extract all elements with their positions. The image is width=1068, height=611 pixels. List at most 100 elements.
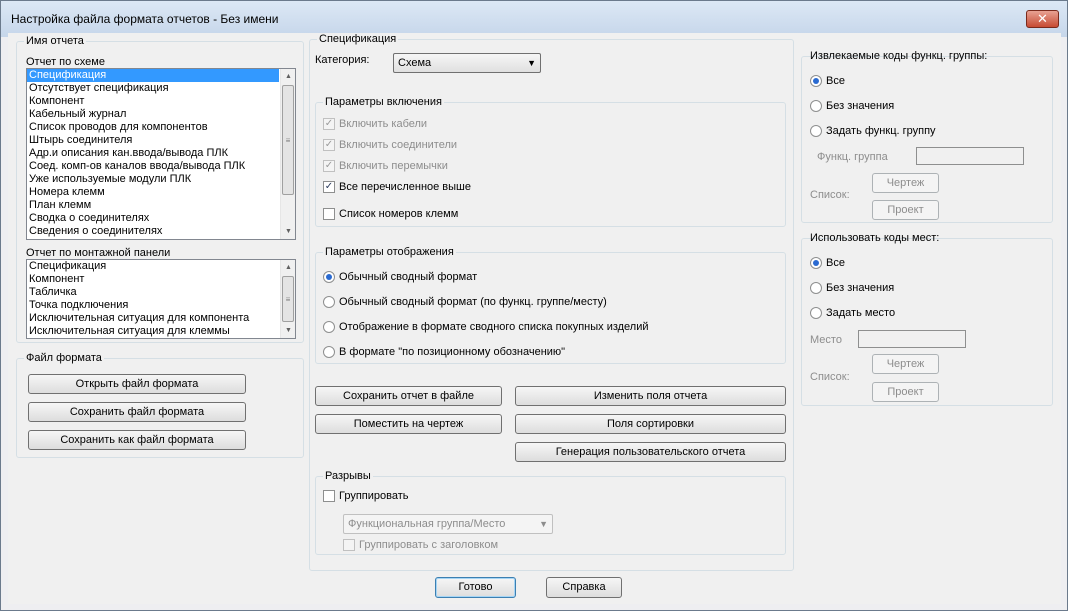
group-label: Группировать	[339, 490, 409, 502]
purchase-list-label: Отображение в формате сводного списка по…	[339, 321, 649, 333]
report-name-group-label: Имя отчета	[24, 35, 86, 48]
func-group-all-label: Все	[826, 75, 845, 87]
list-item[interactable]: Номера клемм	[27, 186, 279, 199]
window-title: Настройка файла формата отчетов - Без им…	[11, 12, 279, 26]
category-dropdown[interactable]: Схема ▼	[393, 53, 541, 73]
normal-format-label: Обычный сводный формат	[339, 271, 478, 283]
panel-report-list[interactable]: Спецификация Компонент Табличка Точка подкл…	[26, 259, 296, 339]
group-by-dropdown[interactable]: Функциональная группа/Место ▼	[343, 514, 553, 534]
sort-fields-button[interactable]: Поля сортировки	[515, 414, 786, 434]
func-group-set-label: Задать функц. группу	[826, 125, 936, 137]
save-report-button[interactable]: Сохранить отчет в файле	[315, 386, 502, 406]
panel-report-items: Спецификация Компонент Табличка Точка подкл…	[27, 260, 295, 338]
group-with-header-label: Группировать с заголовком	[359, 539, 499, 551]
radio-selected-icon	[323, 271, 335, 283]
list-item[interactable]: Точка подключения	[27, 299, 279, 312]
location-input[interactable]	[858, 330, 966, 348]
scroll-down-icon[interactable]: ▼	[281, 323, 295, 338]
include-jumpers-label: Включить перемычки	[339, 160, 448, 172]
location-list-label: Список:	[810, 371, 850, 383]
format-file-group-label: Файл формата	[24, 352, 104, 365]
func-group-no-value-label: Без значения	[826, 100, 895, 112]
specification-group-label: Спецификация	[317, 33, 399, 46]
scroll-thumb[interactable]: ≡	[282, 276, 294, 322]
schematic-report-items: Спецификация Отсутствует спецификация Комп…	[27, 69, 295, 238]
radio-icon	[810, 307, 822, 319]
list-item[interactable]: Исключительная ситуация для клеммы	[27, 325, 279, 338]
help-button[interactable]: Справка	[546, 577, 622, 598]
checkmark-icon: ✓	[323, 139, 335, 151]
list-item[interactable]: Сведения о соединителях	[27, 225, 279, 238]
list-item[interactable]: Кабельный журнал	[27, 108, 279, 121]
schematic-report-list[interactable]: Спецификация Отсутствует спецификация Комп…	[26, 68, 296, 240]
location-codes-label: Использовать коды мест:	[810, 232, 940, 244]
radio-icon	[810, 100, 822, 112]
list-item[interactable]: Уже используемые модули ПЛК	[27, 173, 279, 186]
empty-checkbox-icon	[323, 208, 335, 220]
list-item[interactable]: Штырь соединителя	[27, 134, 279, 147]
list-item[interactable]: Табличка	[27, 286, 279, 299]
display-params-label: Параметры отображения	[323, 246, 456, 259]
radio-icon	[323, 296, 335, 308]
func-group-list-label: Список:	[810, 189, 850, 201]
list-item[interactable]: Сводка о соединителях	[27, 212, 279, 225]
chevron-down-icon: ▼	[539, 519, 548, 529]
radio-selected-icon	[810, 75, 822, 87]
include-params-label: Параметры включения	[323, 96, 444, 109]
open-format-file-button[interactable]: Открыть файл формата	[28, 374, 246, 394]
location-all-label: Все	[826, 257, 845, 269]
chevron-down-icon: ▼	[527, 58, 536, 68]
radio-icon	[323, 346, 335, 358]
place-on-drawing-button[interactable]: Поместить на чертеж	[315, 414, 502, 434]
checkmark-icon: ✓	[323, 118, 335, 130]
list-item[interactable]: Отсутствует спецификация	[27, 82, 279, 95]
category-label: Категория:	[315, 54, 370, 66]
dialog-window: Настройка файла формата отчетов - Без им…	[0, 0, 1068, 611]
checkmark-icon: ✓	[323, 181, 335, 193]
dialog-client: Имя отчета Отчет по схеме Спецификация От…	[8, 33, 1061, 604]
func-group-project-button[interactable]: Проект	[872, 200, 939, 220]
panel-list-scrollbar[interactable]: ▲ ≡ ▼	[280, 260, 295, 338]
empty-checkbox-icon	[343, 539, 355, 551]
list-item[interactable]: Исключительная ситуация для компонента	[27, 312, 279, 325]
list-item[interactable]: Адр.и описания кан.ввода/вывода ПЛК	[27, 147, 279, 160]
group-by-value: Функциональная группа/Место	[348, 518, 506, 530]
radio-icon	[323, 321, 335, 333]
save-format-file-button[interactable]: Сохранить файл формата	[28, 402, 246, 422]
ok-button[interactable]: Готово	[435, 577, 516, 598]
list-item[interactable]: Компонент	[27, 273, 279, 286]
location-field-label: Место	[810, 334, 842, 346]
empty-checkbox-icon	[323, 490, 335, 502]
list-item[interactable]: Спецификация	[27, 260, 279, 273]
func-group-field-label: Функц. группа	[817, 151, 888, 163]
include-cables-label: Включить кабели	[339, 118, 428, 130]
by-tag-label: В формате "по позиционному обозначению"	[339, 346, 566, 358]
scroll-thumb[interactable]: ≡	[282, 85, 294, 195]
radio-icon	[810, 282, 822, 294]
list-item[interactable]: Компонент	[27, 95, 279, 108]
category-value: Схема	[398, 57, 432, 69]
schematic-list-scrollbar[interactable]: ▲ ≡ ▼	[280, 69, 295, 239]
breaks-label: Разрывы	[323, 470, 373, 483]
func-group-input[interactable]	[916, 147, 1024, 165]
close-button[interactable]: ✕	[1026, 10, 1059, 28]
list-item[interactable]: Соед. комп-ов каналов ввода/вывода ПЛК	[27, 160, 279, 173]
save-as-format-file-button[interactable]: Сохранить как файл формата	[28, 430, 246, 450]
func-group-codes-label: Извлекаемые коды функц. группы:	[810, 50, 988, 62]
radio-selected-icon	[810, 257, 822, 269]
list-item[interactable]: Спецификация	[27, 69, 279, 82]
scroll-down-icon[interactable]: ▼	[281, 224, 295, 239]
close-icon: ✕	[1037, 11, 1048, 26]
normal-by-group-label: Обычный сводный формат (по функц. группе…	[339, 296, 607, 308]
scroll-up-icon[interactable]: ▲	[281, 260, 295, 275]
edit-report-fields-button[interactable]: Изменить поля отчета	[515, 386, 786, 406]
scroll-up-icon[interactable]: ▲	[281, 69, 295, 84]
user-report-button[interactable]: Генерация пользовательского отчета	[515, 442, 786, 462]
list-item[interactable]: Список проводов для компонентов	[27, 121, 279, 134]
include-connectors-label: Включить соединители	[339, 139, 458, 151]
title-bar[interactable]: Настройка файла формата отчетов - Без им…	[1, 1, 1067, 37]
list-item[interactable]: План клемм	[27, 199, 279, 212]
func-group-drawing-button[interactable]: Чертеж	[872, 173, 939, 193]
location-drawing-button[interactable]: Чертеж	[872, 354, 939, 374]
location-project-button[interactable]: Проект	[872, 382, 939, 402]
